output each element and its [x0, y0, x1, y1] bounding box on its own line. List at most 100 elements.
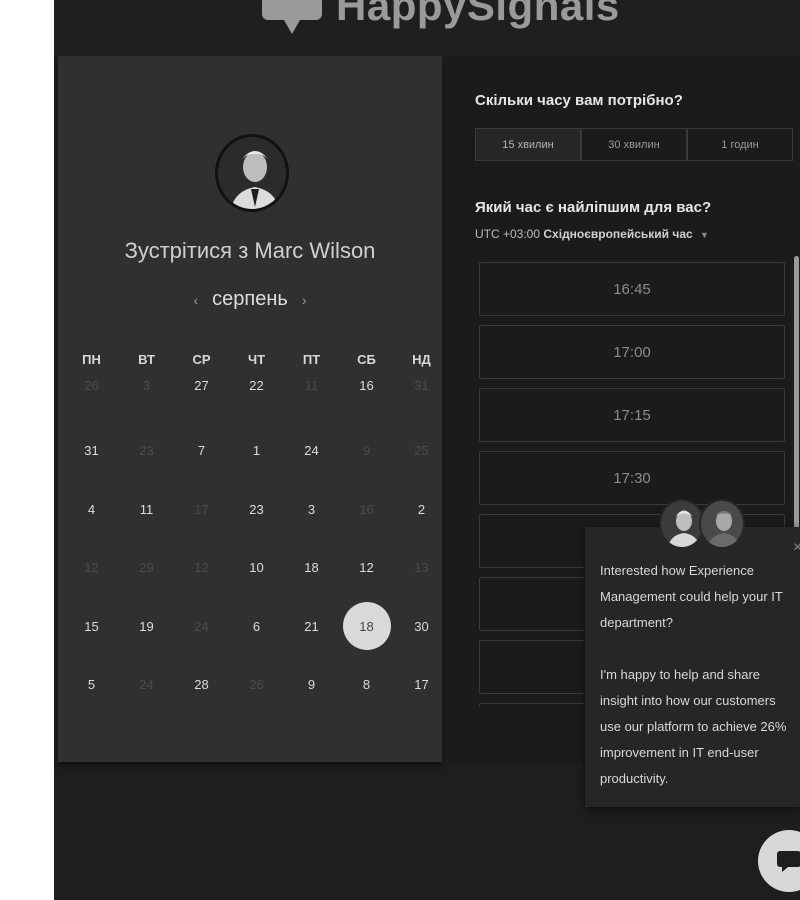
calendar-day-number: 13 [414, 560, 429, 576]
calendar-day: 11 [284, 349, 339, 422]
calendar-day-number: 10 [249, 560, 264, 576]
duration-options: 15 хвилин 30 хвилин 1 годин [475, 128, 793, 161]
agent-avatar [699, 499, 745, 549]
calendar-day[interactable]: 17 [394, 656, 449, 715]
calendar-day-number: 19 [139, 618, 154, 634]
calendar-day-number: 5 [87, 677, 96, 693]
calendar-day-number: 25 [414, 443, 429, 459]
calendar-day-number: 6 [252, 618, 261, 634]
caret-down-icon: ▼ [700, 230, 709, 240]
calendar-day-number: 22 [249, 377, 264, 393]
calendar-day-number: 11 [304, 377, 319, 393]
calendar-day[interactable]: 23 [229, 480, 284, 539]
calendar-day-number: 16 [359, 501, 374, 517]
calendar-day-number: 24 [139, 677, 154, 693]
logo-icon [262, 0, 322, 34]
calendar-day: 25 [394, 422, 449, 481]
calendar-day[interactable]: 5 [64, 656, 119, 715]
chat-button[interactable] [758, 830, 800, 892]
calendar-day[interactable]: 1 [229, 422, 284, 481]
host-calendar-panel: Зустрітися з Marc Wilson ‹ серпень › ПН В… [58, 56, 442, 762]
calendar-day-number: 27 [194, 377, 209, 393]
calendar-day[interactable]: 22 [229, 349, 284, 422]
calendar-day-number: 31 [414, 377, 429, 393]
calendar-day: 3 [119, 349, 174, 422]
calendar-day[interactable]: 28 [174, 656, 229, 715]
calendar-day-number: 18 [342, 602, 391, 651]
calendar-day: 26 [229, 656, 284, 715]
duration-option[interactable]: 30 хвилин [581, 128, 687, 161]
calendar-day[interactable]: 8 [339, 656, 394, 715]
calendar-day-number: 17 [194, 501, 209, 517]
calendar-day-number: 9 [307, 677, 316, 693]
calendar-day-number: 12 [84, 560, 99, 576]
calendar-day-number: 23 [139, 443, 154, 459]
time-slot-button[interactable]: 17:15 [479, 388, 785, 442]
calendar-day-number: 29 [139, 560, 154, 576]
chevron-left-icon[interactable]: ‹ [193, 292, 198, 308]
time-slot-button[interactable]: 17:00 [479, 325, 785, 379]
calendar-day[interactable]: 31 [64, 422, 119, 481]
calendar-day-number: 15 [84, 618, 99, 634]
calendar-day[interactable]: 6 [229, 597, 284, 656]
calendar-day[interactable]: 10 [229, 539, 284, 598]
calendar-grid: 26 3 27 22 11 16 31 31 23 7 1 24 9 25 4 11 17 23 3 16 2 12 29 1… [64, 363, 449, 714]
month-label: серпень [212, 288, 288, 310]
calendar-day[interactable]: 16 [339, 349, 394, 422]
calendar-day[interactable]: 18 [284, 539, 339, 598]
timezone-selector[interactable]: UTC +03:00 Східноєвропейський час ▼ [475, 227, 709, 241]
calendar-day[interactable]: 4 [64, 480, 119, 539]
calendar-day: 31 [394, 349, 449, 422]
meet-title: Зустрітися з Marc Wilson [58, 238, 442, 264]
calendar-day: 24 [174, 597, 229, 656]
calendar-day-number: 16 [359, 377, 374, 393]
calendar-day-number: 30 [414, 618, 429, 634]
calendar-day[interactable]: 2 [394, 480, 449, 539]
host-name: Marc Wilson [254, 238, 376, 263]
header: HappySignals [54, 0, 800, 54]
calendar-day-number: 11 [139, 501, 154, 517]
calendar-day-number: 24 [304, 443, 319, 459]
time-slot-button[interactable]: 17:30 [479, 451, 785, 505]
calendar-day[interactable]: 21 [284, 597, 339, 656]
calendar-day[interactable]: 12 [339, 539, 394, 598]
calendar-day-number: 2 [417, 501, 426, 517]
calendar-day-number: 18 [304, 560, 319, 576]
calendar-day-number: 4 [87, 501, 96, 517]
calendar-day-number: 12 [359, 560, 374, 576]
calendar-day-number: 3 [307, 501, 316, 517]
calendar-day[interactable]: 15 [64, 597, 119, 656]
calendar-day: 24 [119, 656, 174, 715]
calendar-day-number: 21 [304, 618, 319, 634]
calendar-day: 13 [394, 539, 449, 598]
calendar-day[interactable]: 30 [394, 597, 449, 656]
calendar-day[interactable]: 11 [119, 480, 174, 539]
calendar-day-selected[interactable]: 18 [339, 597, 394, 656]
calendar-day[interactable]: 3 [284, 480, 339, 539]
chevron-right-icon[interactable]: › [302, 292, 307, 308]
logo-text: HappySignals [336, 0, 620, 29]
calendar-day: 9 [339, 422, 394, 481]
duration-option[interactable]: 1 годин [687, 128, 793, 161]
timezone-offset: UTC +03:00 [475, 227, 541, 241]
calendar-day[interactable]: 7 [174, 422, 229, 481]
calendar-day[interactable]: 27 [174, 349, 229, 422]
calendar-day[interactable]: 19 [119, 597, 174, 656]
duration-option[interactable]: 15 хвилин [475, 128, 581, 161]
timezone-name: Східноєвропейський час [543, 227, 693, 241]
calendar-day-number: 3 [142, 377, 151, 393]
calendar-day-number: 7 [197, 443, 206, 459]
booking-page: HappySignals Зустрітися з Marc Wilson ‹ … [54, 0, 800, 900]
calendar-day: 23 [119, 422, 174, 481]
time-slot-button[interactable]: 16:45 [479, 262, 785, 316]
calendar-day: 12 [64, 539, 119, 598]
calendar-day[interactable]: 24 [284, 422, 339, 481]
close-icon[interactable]: × [793, 539, 800, 557]
calendar-day-number: 9 [362, 443, 371, 459]
calendar-day: 12 [174, 539, 229, 598]
calendar-day-number: 23 [249, 501, 264, 517]
calendar-day[interactable]: 9 [284, 656, 339, 715]
host-avatar [215, 134, 289, 212]
meet-prefix: Зустрітися з [124, 238, 249, 263]
chat-bubble-icon [777, 851, 800, 872]
